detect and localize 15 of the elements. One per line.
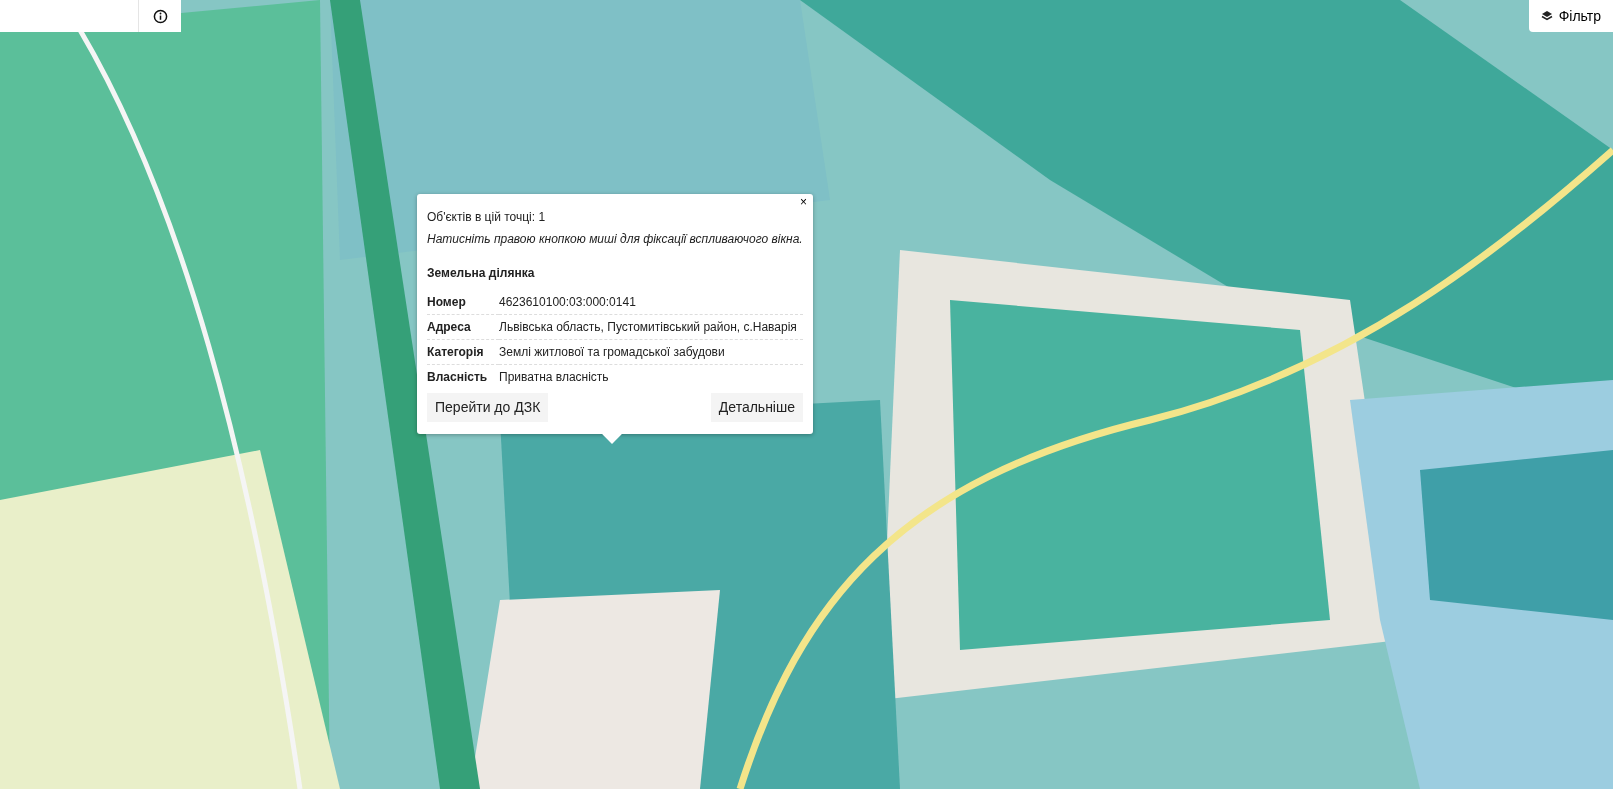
popup-hint: Натисніть правою кнопкою миші для фіксації вспливаючого вікна. [427,231,803,248]
popup-count: Об'єктів в цій точці: 1 [427,209,547,226]
details-button[interactable]: Детальніше [710,393,803,422]
field-value: Львівська область, Пустомитівський район, с.Наварія [499,314,803,340]
field-value: 4623610100:03:000:0141 [499,290,803,315]
field-value: Приватна власність [499,364,803,389]
section-title: Земельна ділянка [427,265,536,282]
field-value: Землі житлової та громадської забудови [499,339,803,365]
field-label: Номер [427,290,499,315]
open-link-button[interactable]: Перейти до ДЗК [427,393,549,422]
field-label: Адреса [427,314,499,340]
filter-button[interactable]: Фільтр [1528,0,1613,32]
field-label: Власність [427,364,499,389]
close-button[interactable]: × [800,196,807,208]
field-label: Категорія [427,339,499,365]
